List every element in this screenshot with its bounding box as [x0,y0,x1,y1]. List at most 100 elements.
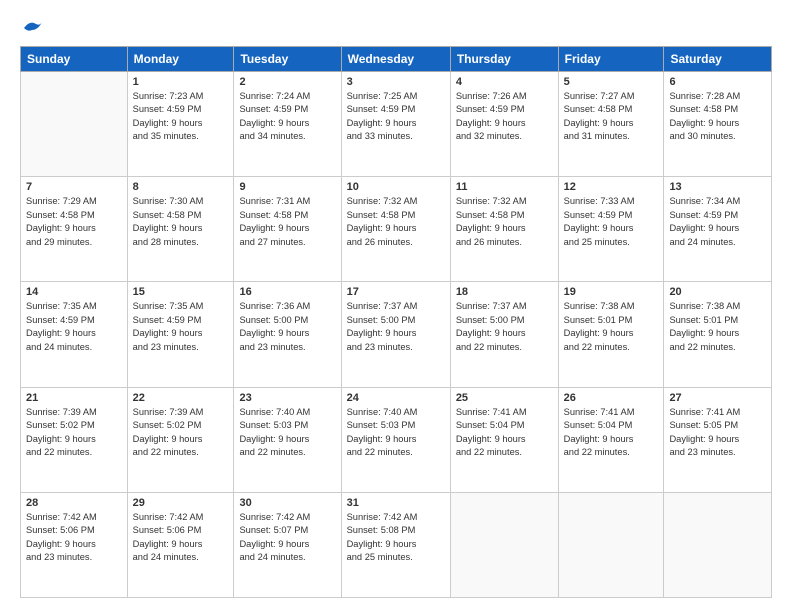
day-number: 14 [26,286,122,298]
day-number: 5 [564,76,659,88]
day-number: 29 [133,497,229,509]
day-cell: 17Sunrise: 7:37 AMSunset: 5:00 PMDayligh… [341,282,450,387]
day-cell: 14Sunrise: 7:35 AMSunset: 4:59 PMDayligh… [21,282,128,387]
day-number: 25 [456,392,553,404]
day-info: Sunrise: 7:32 AMSunset: 4:58 PMDaylight:… [347,195,445,249]
day-cell [21,72,128,177]
day-info: Sunrise: 7:42 AMSunset: 5:08 PMDaylight:… [347,511,445,565]
day-cell: 25 Sunrise: 7:41 AMSunset: 5:04 PMDayligh… [450,387,558,492]
day-number: 27 [669,392,766,404]
day-info: Sunrise: 7:38 AMSunset: 5:01 PMDaylight:… [564,300,659,354]
day-header-saturday: Saturday [664,47,772,72]
day-cell: 19 Sunrise: 7:38 AMSunset: 5:01 PMDayligh… [558,282,664,387]
week-row-1: 1 Sunrise: 7:23 AMSunset: 4:59 PMDaylight… [21,72,772,177]
day-info: Sunrise: 7:35 AMSunset: 4:59 PMDaylight:… [133,300,229,354]
day-cell: 3 Sunrise: 7:25 AMSunset: 4:59 PMDaylight… [341,72,450,177]
day-number: 15 [133,286,229,298]
day-cell: 16Sunrise: 7:36 AMSunset: 5:00 PMDayligh… [234,282,341,387]
day-cell [450,492,558,597]
header [20,18,772,36]
week-row-3: 14 Sunrise: 7:35 AMSunset: 4:59 PMDayligh… [21,282,772,387]
day-cell: 18Sunrise: 7:37 AMSunset: 5:00 PMDayligh… [450,282,558,387]
day-cell: 11 Sunrise: 7:32 AMSunset: 4:58 PMDayligh… [450,177,558,282]
day-cell: 1 Sunrise: 7:23 AMSunset: 4:59 PMDaylight… [127,72,234,177]
day-number: 12 [564,181,659,193]
day-info: Sunrise: 7:25 AMSunset: 4:59 PMDaylight:… [347,90,445,144]
day-cell: 9 Sunrise: 7:31 AMSunset: 4:58 PMDaylight… [234,177,341,282]
day-number: 10 [347,181,445,193]
day-info: Sunrise: 7:41 AMSunset: 5:05 PMDaylight:… [669,406,766,460]
day-cell: 30 Sunrise: 7:42 AMSunset: 5:07 PMDayligh… [234,492,341,597]
logo [20,18,44,36]
day-header-monday: Monday [127,47,234,72]
day-info: Sunrise: 7:40 AMSunset: 5:03 PMDaylight:… [347,406,445,460]
day-cell: 6 Sunrise: 7:28 AMSunset: 4:58 PMDaylight… [664,72,772,177]
day-number: 11 [456,181,553,193]
day-cell: 10 Sunrise: 7:32 AMSunset: 4:58 PMDayligh… [341,177,450,282]
day-number: 8 [133,181,229,193]
day-number: 18 [456,286,553,298]
day-info: Sunrise: 7:42 AMSunset: 5:07 PMDaylight:… [239,511,335,565]
day-info: Sunrise: 7:41 AMSunset: 5:04 PMDaylight:… [564,406,659,460]
day-number: 16 [239,286,335,298]
week-row-4: 21 Sunrise: 7:39 AMSunset: 5:02 PMDayligh… [21,387,772,492]
day-info: Sunrise: 7:29 AMSunset: 4:58 PMDaylight:… [26,195,122,249]
day-number: 9 [239,181,335,193]
day-cell: 21 Sunrise: 7:39 AMSunset: 5:02 PMDayligh… [21,387,128,492]
day-info: Sunrise: 7:33 AMSunset: 4:59 PMDaylight:… [564,195,659,249]
day-header-thursday: Thursday [450,47,558,72]
day-number: 30 [239,497,335,509]
day-info: Sunrise: 7:23 AMSunset: 4:59 PMDaylight:… [133,90,229,144]
day-number: 17 [347,286,445,298]
day-cell: 20 Sunrise: 7:38 AMSunset: 5:01 PMDayligh… [664,282,772,387]
day-number: 7 [26,181,122,193]
day-number: 3 [347,76,445,88]
day-info: Sunrise: 7:41 AMSunset: 5:04 PMDaylight:… [456,406,553,460]
day-number: 28 [26,497,122,509]
day-info: Sunrise: 7:42 AMSunset: 5:06 PMDaylight:… [26,511,122,565]
day-cell: 15 Sunrise: 7:35 AMSunset: 4:59 PMDayligh… [127,282,234,387]
day-cell: 22Sunrise: 7:39 AMSunset: 5:02 PMDayligh… [127,387,234,492]
day-cell: 27 Sunrise: 7:41 AMSunset: 5:05 PMDayligh… [664,387,772,492]
day-header-friday: Friday [558,47,664,72]
day-cell: 28 Sunrise: 7:42 AMSunset: 5:06 PMDayligh… [21,492,128,597]
day-info: Sunrise: 7:27 AMSunset: 4:58 PMDaylight:… [564,90,659,144]
day-number: 2 [239,76,335,88]
day-info: Sunrise: 7:24 AMSunset: 4:59 PMDaylight:… [239,90,335,144]
day-cell: 13Sunrise: 7:34 AMSunset: 4:59 PMDayligh… [664,177,772,282]
day-cell: 4Sunrise: 7:26 AMSunset: 4:59 PMDaylight… [450,72,558,177]
logo-bird-icon [22,18,44,36]
day-cell: 31Sunrise: 7:42 AMSunset: 5:08 PMDayligh… [341,492,450,597]
day-cell [558,492,664,597]
day-info: Sunrise: 7:38 AMSunset: 5:01 PMDaylight:… [669,300,766,354]
day-number: 26 [564,392,659,404]
day-number: 6 [669,76,766,88]
day-info: Sunrise: 7:39 AMSunset: 5:02 PMDaylight:… [133,406,229,460]
day-header-tuesday: Tuesday [234,47,341,72]
day-cell: 26 Sunrise: 7:41 AMSunset: 5:04 PMDayligh… [558,387,664,492]
day-cell: 12 Sunrise: 7:33 AMSunset: 4:59 PMDayligh… [558,177,664,282]
day-cell: 8Sunrise: 7:30 AMSunset: 4:58 PMDaylight… [127,177,234,282]
day-cell: 2 Sunrise: 7:24 AMSunset: 4:59 PMDaylight… [234,72,341,177]
day-number: 21 [26,392,122,404]
day-cell: 5 Sunrise: 7:27 AMSunset: 4:58 PMDaylight… [558,72,664,177]
day-number: 20 [669,286,766,298]
day-info: Sunrise: 7:32 AMSunset: 4:58 PMDaylight:… [456,195,553,249]
day-info: Sunrise: 7:31 AMSunset: 4:58 PMDaylight:… [239,195,335,249]
day-info: Sunrise: 7:28 AMSunset: 4:58 PMDaylight:… [669,90,766,144]
day-number: 19 [564,286,659,298]
day-cell: 23Sunrise: 7:40 AMSunset: 5:03 PMDayligh… [234,387,341,492]
header-row: SundayMondayTuesdayWednesdayThursdayFrid… [21,47,772,72]
day-cell [664,492,772,597]
day-cell: 24 Sunrise: 7:40 AMSunset: 5:03 PMDayligh… [341,387,450,492]
day-info: Sunrise: 7:26 AMSunset: 4:59 PMDaylight:… [456,90,553,144]
day-header-wednesday: Wednesday [341,47,450,72]
calendar-table: SundayMondayTuesdayWednesdayThursdayFrid… [20,46,772,598]
day-info: Sunrise: 7:34 AMSunset: 4:59 PMDaylight:… [669,195,766,249]
day-info: Sunrise: 7:40 AMSunset: 5:03 PMDaylight:… [239,406,335,460]
week-row-2: 7 Sunrise: 7:29 AMSunset: 4:58 PMDaylight… [21,177,772,282]
day-header-sunday: Sunday [21,47,128,72]
day-number: 24 [347,392,445,404]
day-info: Sunrise: 7:39 AMSunset: 5:02 PMDaylight:… [26,406,122,460]
day-number: 1 [133,76,229,88]
